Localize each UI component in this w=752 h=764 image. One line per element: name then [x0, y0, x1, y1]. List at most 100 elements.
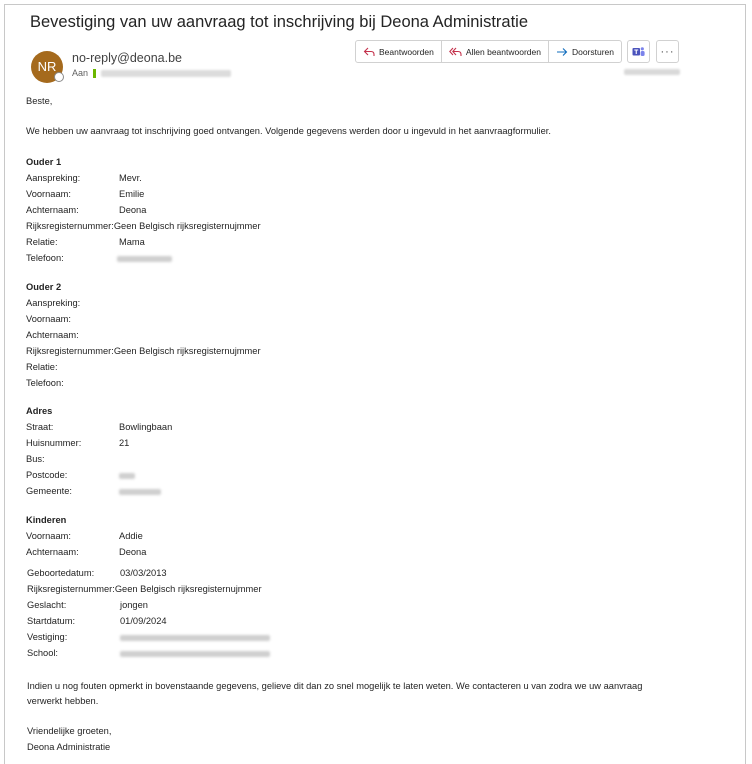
- field-label: Telefoon:: [26, 378, 64, 388]
- field-row: Achternaam:: [26, 330, 79, 340]
- field-value: Bowlingbaan: [119, 422, 173, 432]
- field-row: Relatie: Mama: [26, 237, 145, 247]
- field-row: Voornaam:: [26, 314, 71, 324]
- presence-status-icon: [54, 72, 64, 82]
- field-row: Geboortedatum: 03/03/2013: [27, 568, 167, 578]
- section-heading-kinderen: Kinderen: [26, 515, 67, 525]
- field-label: School:: [27, 648, 59, 658]
- municipality-redacted: [119, 489, 161, 495]
- field-row: Telefoon:: [26, 378, 64, 388]
- teams-icon: [632, 46, 645, 56]
- to-label: Aan: [72, 68, 89, 78]
- field-label: Voornaam:: [26, 314, 71, 324]
- field-label: Geslacht:: [27, 600, 67, 610]
- field-label: Straat:: [26, 422, 54, 432]
- field-row: Straat: Bowlingbaan: [26, 422, 172, 432]
- postcode-redacted: [119, 473, 135, 479]
- field-row: Rijksregisternummer:Geen Belgisch rijksr…: [27, 584, 262, 594]
- reply-all-button[interactable]: Allen beantwoorden: [442, 41, 549, 62]
- field-row: Telefoon:: [26, 253, 172, 263]
- field-value: Geen Belgisch rijksregisternujmmer: [113, 346, 261, 356]
- field-label: Achternaam:: [26, 330, 79, 340]
- field-row: Achternaam: Deona: [26, 547, 146, 557]
- field-label: Rijksregisternummer:: [26, 221, 114, 231]
- field-label: Rijksregisternummer:: [26, 346, 114, 356]
- sender-address[interactable]: no-reply@deona.be: [72, 51, 182, 65]
- field-label: Relatie:: [26, 237, 58, 247]
- field-value: Mevr.: [119, 173, 142, 183]
- field-value: 01/09/2024: [120, 616, 167, 626]
- forward-label: Doorsturen: [571, 46, 615, 57]
- signature: Deona Administratie: [27, 742, 111, 752]
- field-value: Deona: [119, 205, 147, 215]
- field-value: Deona: [119, 547, 147, 557]
- field-row: Relatie:: [26, 362, 58, 372]
- field-row: Voornaam: Emilie: [26, 189, 144, 199]
- field-value: Geen Belgisch rijksregisternujmmer: [113, 221, 261, 231]
- field-label: Achternaam:: [26, 205, 79, 215]
- field-row: Bus:: [26, 454, 45, 464]
- field-row: Aanspreking: Mevr.: [26, 173, 142, 183]
- reply-icon: [363, 47, 375, 56]
- field-row: School:: [27, 648, 270, 658]
- field-label: Startdatum:: [27, 616, 76, 626]
- field-row: Rijksregisternummer:Geen Belgisch rijksr…: [26, 221, 261, 231]
- field-row: Huisnummer: 21: [26, 438, 129, 448]
- section-heading-ouder1: Ouder 1: [26, 157, 62, 167]
- phone-redacted: [117, 256, 172, 262]
- field-value: 03/03/2013: [120, 568, 167, 578]
- field-value: Emilie: [119, 189, 145, 199]
- reply-button[interactable]: Beantwoorden: [356, 41, 442, 62]
- field-row: Voornaam: Addie: [26, 531, 143, 541]
- school-redacted: [120, 651, 270, 657]
- reply-all-icon: [448, 47, 462, 56]
- field-row: Geslacht: jongen: [27, 600, 148, 610]
- email-subject: Bevestiging van uw aanvraag tot inschrij…: [30, 13, 529, 31]
- field-value: Geen Belgisch rijksregisternujmmer: [114, 584, 262, 594]
- field-label: Telefoon:: [26, 253, 64, 263]
- field-label: Rijksregisternummer:: [27, 584, 115, 594]
- field-label: Geboortedatum:: [27, 568, 95, 578]
- more-actions-button[interactable]: ···: [656, 40, 679, 63]
- recipient-status-icon: [93, 68, 97, 78]
- field-row: Postcode:: [26, 470, 135, 480]
- field-label: Achternaam:: [26, 547, 79, 557]
- reply-label: Beantwoorden: [379, 46, 434, 57]
- recipient-line: Aan: [72, 68, 232, 78]
- field-label: Vestiging:: [27, 632, 68, 642]
- closing-text: Indien u nog fouten opmerkt in bovenstaa…: [27, 681, 643, 691]
- field-label: Voornaam:: [26, 189, 71, 199]
- sent-date-redacted: [624, 69, 680, 75]
- section-heading-adres: Adres: [26, 406, 53, 416]
- section-heading-ouder2: Ouder 2: [26, 282, 62, 292]
- field-label: Aanspreking:: [26, 173, 81, 183]
- field-label: Relatie:: [26, 362, 58, 372]
- field-value: jongen: [120, 600, 148, 610]
- branch-redacted: [120, 635, 270, 641]
- field-label: Voornaam:: [26, 531, 71, 541]
- intro-text: We hebben uw aanvraag tot inschrijving g…: [26, 126, 551, 136]
- recipient-redacted[interactable]: [101, 69, 232, 77]
- field-label: Gemeente:: [26, 486, 72, 496]
- field-label: Postcode:: [26, 470, 68, 480]
- forward-arrow-icon: [556, 47, 568, 56]
- email-frame: [4, 4, 746, 764]
- field-row: Aanspreking:: [26, 298, 80, 308]
- message-actions: Beantwoorden Allen beantwoorden Doorstur…: [355, 40, 623, 63]
- field-value: Mama: [119, 237, 145, 247]
- field-row: Gemeente:: [26, 486, 161, 496]
- field-label: Aanspreking:: [26, 298, 81, 308]
- reply-all-label: Allen beantwoorden: [465, 46, 541, 57]
- field-row: Startdatum: 01/09/2024: [27, 616, 167, 626]
- forward-button[interactable]: Doorsturen: [549, 41, 621, 62]
- field-value: 21: [119, 438, 130, 448]
- field-row: Achternaam: Deona: [26, 205, 146, 215]
- closing-text-continued: verwerkt hebben.: [27, 696, 99, 706]
- field-row: Vestiging:: [27, 632, 270, 642]
- field-label: Huisnummer:: [26, 438, 82, 448]
- field-label: Bus:: [26, 454, 45, 464]
- greeting: Beste,: [26, 96, 53, 106]
- teams-share-button[interactable]: [627, 40, 650, 63]
- field-row: Rijksregisternummer:Geen Belgisch rijksr…: [26, 346, 261, 356]
- field-value: Addie: [119, 531, 143, 541]
